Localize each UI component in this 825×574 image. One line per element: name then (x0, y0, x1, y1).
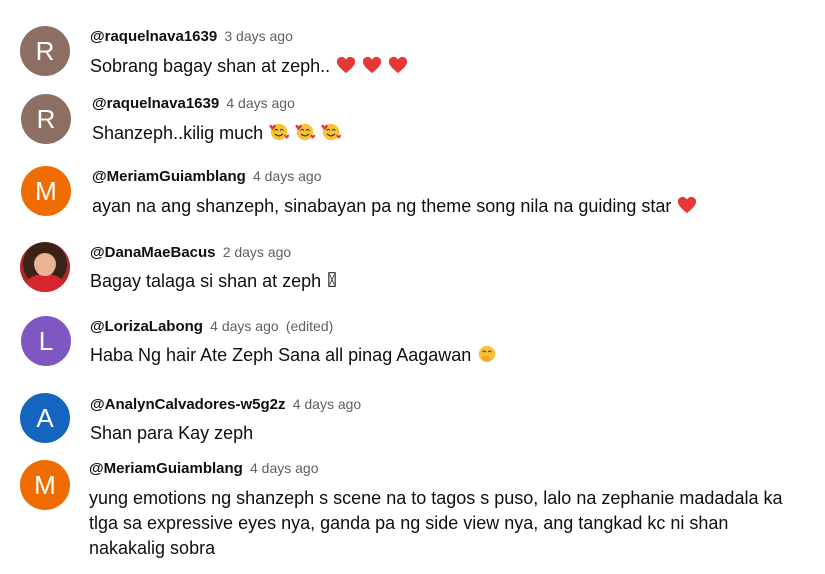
comment-timestamp[interactable]: 4 days ago (250, 460, 319, 476)
comment-author[interactable]: @MeriamGuiamblang (92, 168, 246, 185)
heart-icon (387, 55, 409, 82)
comment-text: ayan na ang shanzeph, sinabayan pa ng th… (92, 196, 672, 216)
heart-icon (335, 55, 357, 82)
heart-icon (361, 55, 383, 82)
comment-author[interactable]: @raquelnava1639 (90, 28, 217, 45)
comment-item: M @MeriamGuiamblang 4 days ago yung emot… (0, 458, 825, 574)
comment-text-row: ayan na ang shanzeph, sinabayan pa ng th… (92, 194, 698, 222)
comment-text: Haba Ng hair Ate Zeph Sana all pinag Aag… (90, 345, 472, 365)
comment-author[interactable]: @raquelnava1639 (92, 95, 219, 112)
comment-text-row: Shan para Kay zeph (90, 421, 253, 446)
avatar-letter: M (35, 176, 57, 206)
comment-timestamp[interactable]: 2 days ago (223, 244, 292, 260)
smiling-face-with-hearts-icon (320, 122, 342, 149)
comment-timestamp[interactable]: 4 days ago (210, 318, 279, 334)
comment-timestamp[interactable]: 4 days ago (253, 168, 322, 184)
avatar-letter: R (35, 36, 55, 66)
emoji-group (676, 196, 698, 216)
comment-item: R @raquelnava1639 4 days ago Shanzeph..k… (0, 88, 825, 162)
emoji-group (326, 271, 337, 291)
comment-header: @MeriamGuiamblang 4 days ago (92, 166, 322, 187)
emoji-group (268, 123, 342, 143)
avatar[interactable]: M (20, 460, 70, 510)
comment-text: Sobrang bagay shan at zeph.. (90, 56, 331, 76)
smiling-face-with-hearts-icon (294, 122, 316, 149)
comment-author[interactable]: @LorizaLabong (90, 318, 203, 335)
avatar-letter: A (36, 403, 54, 433)
avatar[interactable]: R (20, 26, 70, 76)
missing-glyph-icon (327, 270, 337, 297)
comment-header: @raquelnava1639 4 days ago (92, 93, 295, 114)
avatar-letter: R (36, 104, 56, 134)
avatar-letter: L (38, 326, 54, 356)
comment-text: yung emotions ng shanzeph s scene na to … (89, 488, 783, 558)
avatar[interactable]: L (21, 316, 71, 366)
comment-author[interactable]: @MeriamGuiamblang (89, 460, 243, 477)
comment-timestamp[interactable]: 4 days ago (226, 95, 295, 111)
comment-item: L @LorizaLabong 4 days ago (edited) Haba… (0, 312, 825, 388)
comment-item: R @raquelnava1639 3 days ago Sobrang bag… (0, 0, 825, 88)
smiling-face-with-hearts-icon (268, 122, 290, 149)
comment-header: @DanaMaeBacus 2 days ago (90, 242, 291, 263)
comment-text: Shan para Kay zeph (90, 423, 254, 443)
heart-icon (676, 195, 698, 222)
comment-text-row: Shanzeph..kilig much (92, 121, 342, 149)
comment-timestamp[interactable]: 3 days ago (224, 28, 293, 44)
emoji-group (335, 56, 409, 76)
comment-text-row: Sobrang bagay shan at zeph.. (90, 54, 409, 82)
comment-author[interactable]: @AnalynCalvadores-w5g2z (90, 396, 286, 413)
avatar-letter: M (34, 470, 56, 500)
comment-item: A @AnalynCalvadores-w5g2z 4 days ago Sha… (0, 388, 825, 458)
emoji-group (476, 345, 498, 365)
edited-label: (edited) (285, 318, 334, 334)
avatar[interactable]: R (21, 94, 71, 144)
comment-item: @DanaMaeBacus 2 days ago Bagay talaga si… (0, 238, 825, 312)
comment-header: @LorizaLabong 4 days ago (edited) (90, 316, 333, 337)
avatar[interactable]: M (21, 166, 71, 216)
comment-timestamp[interactable]: 4 days ago (293, 396, 362, 412)
comment-header: @AnalynCalvadores-w5g2z 4 days ago (90, 394, 361, 415)
comment-text: Bagay talaga si shan at zeph (90, 271, 322, 291)
comment-text-row: Haba Ng hair Ate Zeph Sana all pinag Aag… (90, 343, 498, 371)
comment-item: M @MeriamGuiamblang 4 days ago ayan na a… (0, 162, 825, 238)
comment-author[interactable]: @DanaMaeBacus (90, 244, 216, 261)
comment-text-row: Bagay talaga si shan at zeph (90, 269, 337, 297)
avatar[interactable]: A (20, 393, 70, 443)
face-with-hand-over-mouth-icon (476, 344, 498, 371)
comment-header: @raquelnava1639 3 days ago (90, 26, 293, 47)
comment-text-row: yung emotions ng shanzeph s scene na to … (89, 486, 789, 561)
comment-header: @MeriamGuiamblang 4 days ago (89, 458, 319, 479)
avatar[interactable] (20, 242, 70, 292)
comment-text: Shanzeph..kilig much (92, 123, 264, 143)
